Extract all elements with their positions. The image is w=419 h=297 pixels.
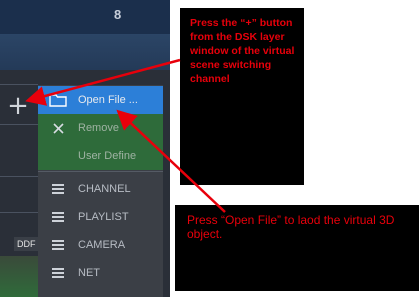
annotation-arrows: [25, 58, 226, 213]
screenshot-stage: 8 + DDF Open File ... Remove User Define…: [0, 0, 419, 297]
arrow-to-plus-button: [25, 58, 181, 106]
arrow-to-open-file: [116, 109, 226, 213]
